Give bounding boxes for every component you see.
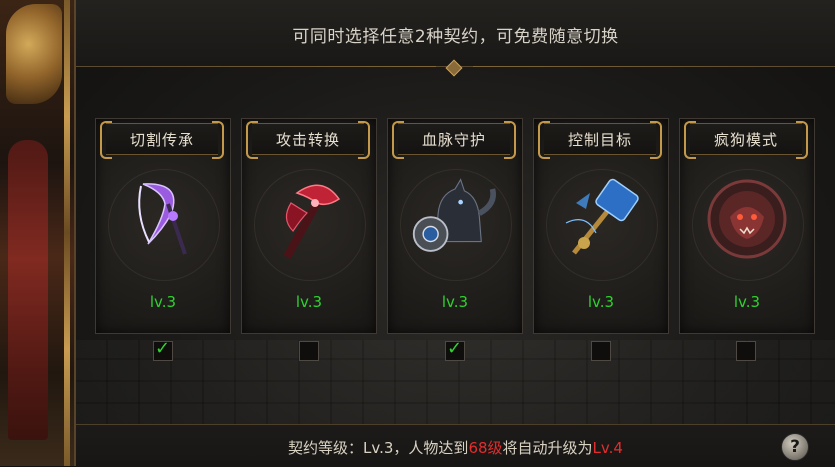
card-title: 控制目标 [567,131,632,149]
checkmark-icon: ✓ [447,338,463,359]
card-level: lv.3 [441,293,469,311]
contract-checkbox-0[interactable]: ✓ [153,338,173,361]
help-button[interactable]: ? [781,433,809,461]
panel-footer: 契约等级：Lv.3，人物达到68级将自动升级为Lv.4 ? [76,424,835,467]
blue-hammer-icon [556,171,646,267]
upgrade-info-text: 契约等级：Lv.3，人物达到68级将自动升级为Lv.4 [76,437,835,458]
card-level: lv.3 [295,293,323,311]
card-title-frame: 切割传承 [100,121,224,159]
card-level: lv.3 [733,293,761,311]
card-title: 攻击转换 [275,131,340,149]
mad-dog-icon [702,171,792,267]
card-title-frame: 血脉守护 [392,121,516,159]
card-title: 血脉守护 [421,131,486,149]
checkmark-icon: ✓ [155,338,171,359]
red-axe-icon [264,171,354,267]
golden-dragon-ornament [6,4,62,104]
card-level: lv.3 [587,293,615,311]
gold-frame-bar [64,0,70,466]
contract-checkbox-1[interactable] [299,341,319,361]
contract-checkbox-4[interactable] [736,341,756,361]
instruction-text: 可同时选择任意2种契约，可免费随意切换 [292,27,619,47]
target-level: 68级 [468,439,503,457]
contract-panel: 可同时选择任意2种契约，可免费随意切换 切割传承 lv.3 攻击转换 lv.3 … [76,0,835,467]
upgrade-middle: 将自动升级为 [502,439,593,457]
panel-header: 可同时选择任意2种契约，可免费随意切换 [76,0,835,67]
card-title-frame: 疯狗模式 [684,121,808,159]
next-level: Lv.4 [592,439,623,457]
card-title-frame: 攻击转换 [246,121,370,159]
character-portrait-fragment [8,140,48,440]
contract-card-1[interactable]: 攻击转换 lv.3 [241,118,377,334]
card-title: 切割传承 [129,131,194,149]
left-decoration [0,0,76,466]
card-title: 疯狗模式 [713,131,778,149]
contract-card-2[interactable]: 血脉守护 lv.3 [387,118,523,334]
contract-card-3[interactable]: 控制目标 lv.3 [533,118,669,334]
contract-card-4[interactable]: 疯狗模式 lv.3 [679,118,815,334]
header-divider-right [473,66,813,67]
contract-checkbox-2[interactable]: ✓ [445,338,465,361]
upgrade-prefix: 契约等级：Lv.3，人物达到 [288,439,469,457]
card-title-frame: 控制目标 [538,121,662,159]
wolf-shield-icon [410,171,500,267]
contract-checkbox-3[interactable] [591,341,611,361]
card-level: lv.3 [149,293,177,311]
header-divider-left [96,66,436,67]
contract-card-0[interactable]: 切割传承 lv.3 [95,118,231,334]
purple-scythe-icon [118,171,208,267]
